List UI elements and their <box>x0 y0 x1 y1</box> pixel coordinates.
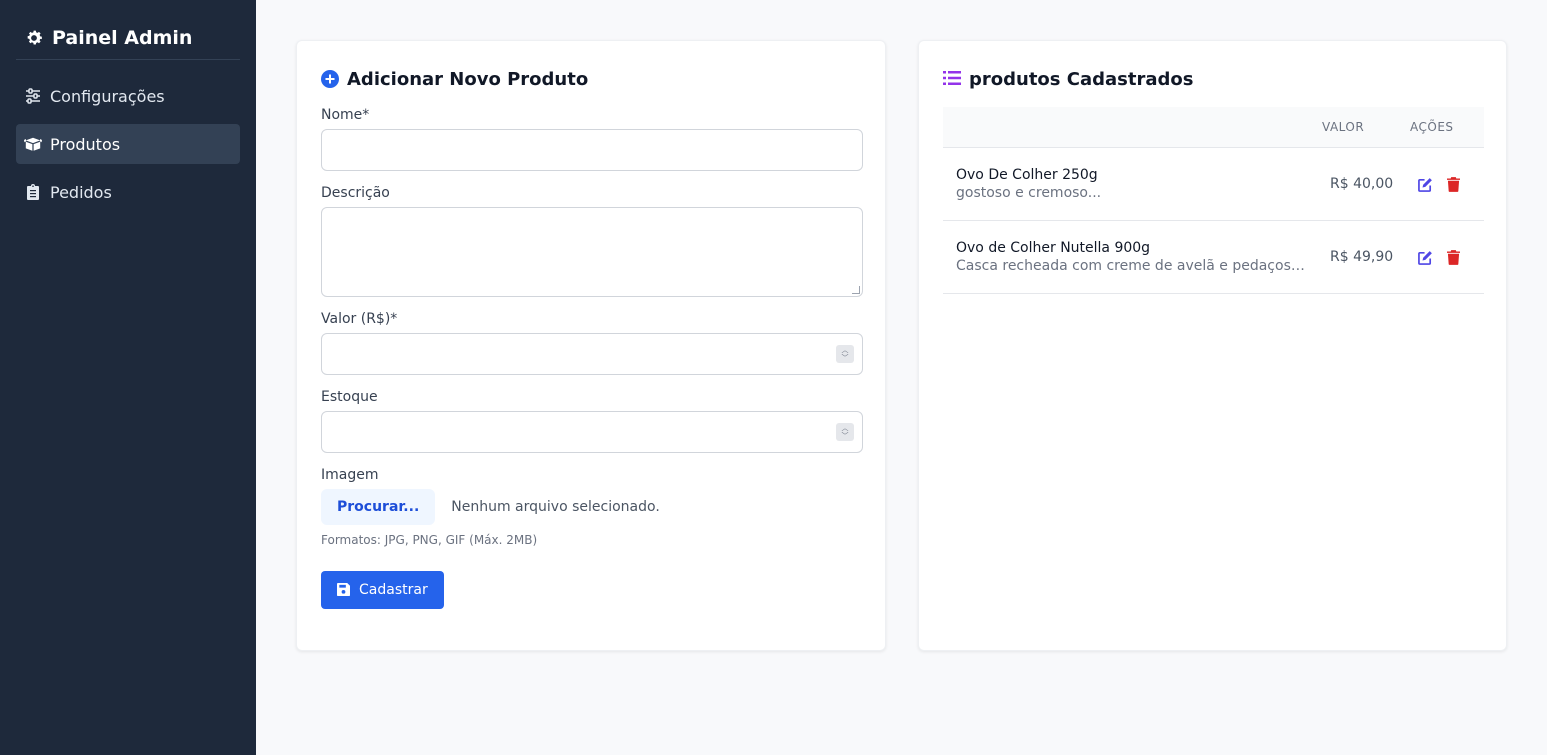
product-list-title-text: produtos Cadastrados <box>969 68 1194 90</box>
sidebar: Painel Admin Configurações Produtos Pedi… <box>0 0 256 755</box>
image-label: Imagem <box>321 467 379 483</box>
brand-title: Painel Admin <box>52 26 193 49</box>
name-field-group: Nome* <box>321 105 863 171</box>
stock-input[interactable]: ︿ ﹀ <box>321 411 863 453</box>
product-name: Ovo de Colher Nutella 900g <box>956 240 1151 256</box>
sidebar-item-label: Configurações <box>50 86 165 106</box>
sidebar-item-label: Produtos <box>50 134 121 154</box>
column-header-value: VALOR <box>1322 120 1365 134</box>
table-row: Ovo de Colher Nutella 900g Casca rechead… <box>943 221 1484 294</box>
formats-hint: Formatos: JPG, PNG, GIF (Máx. 2MB) <box>321 533 538 547</box>
sidebar-item-label: Pedidos <box>50 182 112 202</box>
product-cell: Ovo De Colher 250g gostoso e cremoso... <box>956 167 1322 201</box>
product-description: Casca recheada com creme de avelã e peda… <box>956 258 1308 274</box>
price-input[interactable]: ︿ ﹀ <box>321 333 863 375</box>
description-field-group: Descrição <box>321 183 863 297</box>
description-textarea[interactable] <box>321 207 863 297</box>
sidebar-item-produtos[interactable]: Produtos <box>16 124 240 164</box>
image-field-group: Imagem Procurar... Nenhum arquivo seleci… <box>321 465 861 547</box>
name-input[interactable] <box>321 129 863 171</box>
product-actions <box>1410 249 1484 265</box>
sidebar-item-pedidos[interactable]: Pedidos <box>16 172 240 212</box>
stock-field-group: Estoque ︿ ﹀ <box>321 387 863 453</box>
name-label: Nome* <box>321 107 370 123</box>
product-value: R$ 40,00 <box>1330 176 1394 192</box>
table-header: VALOR AÇÕES <box>943 107 1484 148</box>
resize-handle-icon[interactable] <box>852 286 860 294</box>
number-spinner-icon[interactable]: ︿ ﹀ <box>836 423 854 441</box>
add-product-title-text: Adicionar Novo Produto <box>347 68 589 90</box>
product-list-card: produtos Cadastrados VALOR AÇÕES Ovo De … <box>918 40 1507 651</box>
price-field-group: Valor (R$)* ︿ ﹀ <box>321 309 863 375</box>
table-row: Ovo De Colher 250g gostoso e cremoso... … <box>943 148 1484 221</box>
add-product-card: Adicionar Novo Produto Nome* Descrição V… <box>296 40 886 651</box>
browse-button[interactable]: Procurar... <box>321 489 436 525</box>
product-cell: Ovo de Colher Nutella 900g Casca rechead… <box>956 240 1322 274</box>
stock-label: Estoque <box>321 389 378 405</box>
file-status: Nenhum arquivo selecionado. <box>451 499 660 515</box>
sidebar-item-configuracoes[interactable]: Configurações <box>16 76 240 116</box>
edit-icon[interactable] <box>1418 250 1433 265</box>
plus-circle-icon <box>321 70 339 88</box>
clipboard-icon <box>24 183 42 201</box>
sidebar-nav: Configurações Produtos Pedidos <box>16 76 240 212</box>
product-name: Ovo De Colher 250g <box>956 167 1098 183</box>
product-actions <box>1410 176 1484 192</box>
file-picker: Procurar... Nenhum arquivo selecionado. <box>321 489 861 525</box>
price-label: Valor (R$)* <box>321 311 398 327</box>
trash-icon[interactable] <box>1447 249 1462 265</box>
product-list-title: produtos Cadastrados <box>943 65 1482 93</box>
add-product-title: Adicionar Novo Produto <box>321 65 861 93</box>
submit-label: Cadastrar <box>359 582 428 598</box>
edit-icon[interactable] <box>1418 177 1433 192</box>
number-spinner-icon[interactable]: ︿ ﹀ <box>836 345 854 363</box>
product-value: R$ 49,90 <box>1330 249 1394 265</box>
box-open-icon <box>24 135 42 153</box>
column-header-actions: AÇÕES <box>1410 120 1454 134</box>
products-table: VALOR AÇÕES Ovo De Colher 250g gostoso e… <box>943 107 1484 294</box>
product-description: gostoso e cremoso... <box>956 185 1102 201</box>
save-icon <box>337 583 351 597</box>
trash-icon[interactable] <box>1447 176 1462 192</box>
submit-button[interactable]: Cadastrar <box>321 571 444 609</box>
gear-icon <box>24 28 44 48</box>
brand: Painel Admin <box>16 16 240 60</box>
list-icon <box>943 70 961 88</box>
description-label: Descrição <box>321 185 390 201</box>
sliders-icon <box>24 87 42 105</box>
